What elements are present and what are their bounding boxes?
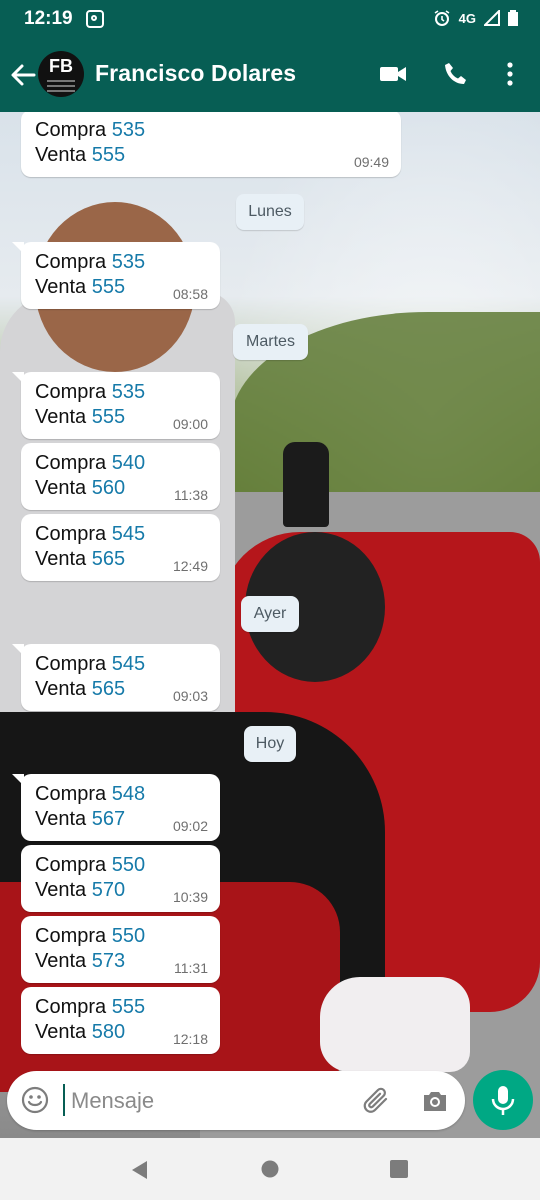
date-separator: Martes (233, 324, 308, 360)
message-time: 09:02 (172, 818, 208, 834)
message-time: 11:38 (174, 487, 208, 503)
buy-line: Compra 540 (35, 452, 146, 474)
buy-line: Compra 550 (35, 925, 146, 947)
attachment-icon[interactable] (362, 1087, 392, 1115)
buy-line: Compra 535 (35, 381, 146, 403)
sell-line: Venta 567 (35, 808, 126, 830)
nav-recents-icon[interactable] (390, 1160, 408, 1178)
microphone-icon (491, 1086, 515, 1115)
buy-line: Compra 548 (35, 783, 146, 805)
sell-line: Venta 560 (35, 477, 126, 499)
sell-line: Venta 573 (35, 950, 126, 972)
message-bubble[interactable]: Compra 535 Venta 555 09:49 (21, 112, 401, 177)
chat-background[interactable]: Compra 535 Venta 555 09:49 Lunes Compra … (0, 112, 540, 1138)
buy-line: Compra 535 (35, 251, 146, 273)
text-cursor (63, 1084, 65, 1116)
voice-call-icon[interactable] (443, 61, 469, 87)
date-separator: Hoy (244, 726, 296, 762)
background-shoe (320, 977, 470, 1072)
more-options-icon[interactable] (505, 61, 515, 87)
message-bubble[interactable]: Compra 535 Venta 555 08:58 (12, 242, 220, 309)
system-navigation-bar (0, 1138, 540, 1200)
nav-back-icon[interactable] (129, 1159, 149, 1181)
message-time: 12:18 (172, 1031, 208, 1047)
message-bubble[interactable]: Compra 545 Venta 565 12:49 (21, 514, 220, 581)
date-separator: Lunes (236, 194, 304, 230)
sell-line: Venta 555 (35, 144, 126, 166)
buy-line: Compra 555 (35, 996, 146, 1018)
date-separator: Ayer (241, 596, 299, 632)
back-arrow-icon[interactable] (10, 60, 36, 90)
message-time: 08:58 (172, 286, 208, 302)
avatar-initials: FB (49, 56, 73, 76)
message-bubble[interactable]: Compra 545 Venta 565 09:03 (12, 644, 220, 711)
alarm-icon (434, 10, 450, 26)
message-bubble[interactable]: Compra 550 Venta 570 10:39 (21, 845, 220, 912)
message-time: 09:49 (353, 154, 389, 170)
avatar-decoration (47, 90, 75, 92)
nav-home-icon[interactable] (261, 1160, 279, 1178)
message-bubble[interactable]: Compra 548 Venta 567 09:02 (12, 774, 220, 841)
instagram-notification-icon (86, 10, 104, 28)
message-time: 12:49 (172, 558, 208, 574)
avatar-decoration (47, 80, 75, 82)
status-time: 12:19 (24, 8, 73, 29)
buy-line: Compra 545 (35, 653, 146, 675)
emoji-icon[interactable] (21, 1086, 49, 1114)
message-bubble[interactable]: Compra 535 Venta 555 09:00 (12, 372, 220, 439)
contact-name[interactable]: Francisco Dolares (95, 60, 296, 87)
message-time: 09:00 (172, 416, 208, 432)
message-time: 09:03 (172, 688, 208, 704)
message-bubble[interactable]: Compra 550 Venta 573 11:31 (21, 916, 220, 983)
buy-line: Compra 535 (35, 119, 146, 141)
background-person (283, 442, 329, 527)
message-bubble[interactable]: Compra 540 Venta 560 11:38 (21, 443, 220, 510)
voice-message-button[interactable] (473, 1070, 533, 1130)
sell-line: Venta 580 (35, 1021, 126, 1043)
message-bubble[interactable]: Compra 555 Venta 580 12:18 (21, 987, 220, 1054)
sell-line: Venta 555 (35, 406, 126, 428)
message-composer (7, 1071, 465, 1130)
video-call-icon[interactable] (379, 61, 407, 87)
battery-icon (508, 10, 518, 26)
sell-line: Venta 565 (35, 548, 126, 570)
sell-line: Venta 565 (35, 678, 126, 700)
contact-avatar[interactable]: FB (38, 51, 84, 97)
camera-icon[interactable] (421, 1089, 449, 1113)
sell-line: Venta 555 (35, 276, 126, 298)
sell-line: Venta 570 (35, 879, 126, 901)
message-input[interactable] (69, 1082, 333, 1120)
status-bar: 12:19 4G (0, 0, 540, 38)
avatar-decoration (47, 85, 75, 87)
buy-line: Compra 550 (35, 854, 146, 876)
network-type: 4G (458, 10, 476, 26)
signal-icon (484, 10, 500, 26)
buy-line: Compra 545 (35, 523, 146, 545)
message-time: 10:39 (172, 889, 208, 905)
status-icons: 4G (433, 9, 518, 27)
message-time: 11:31 (174, 960, 208, 976)
chat-header: FB Francisco Dolares (0, 38, 540, 112)
